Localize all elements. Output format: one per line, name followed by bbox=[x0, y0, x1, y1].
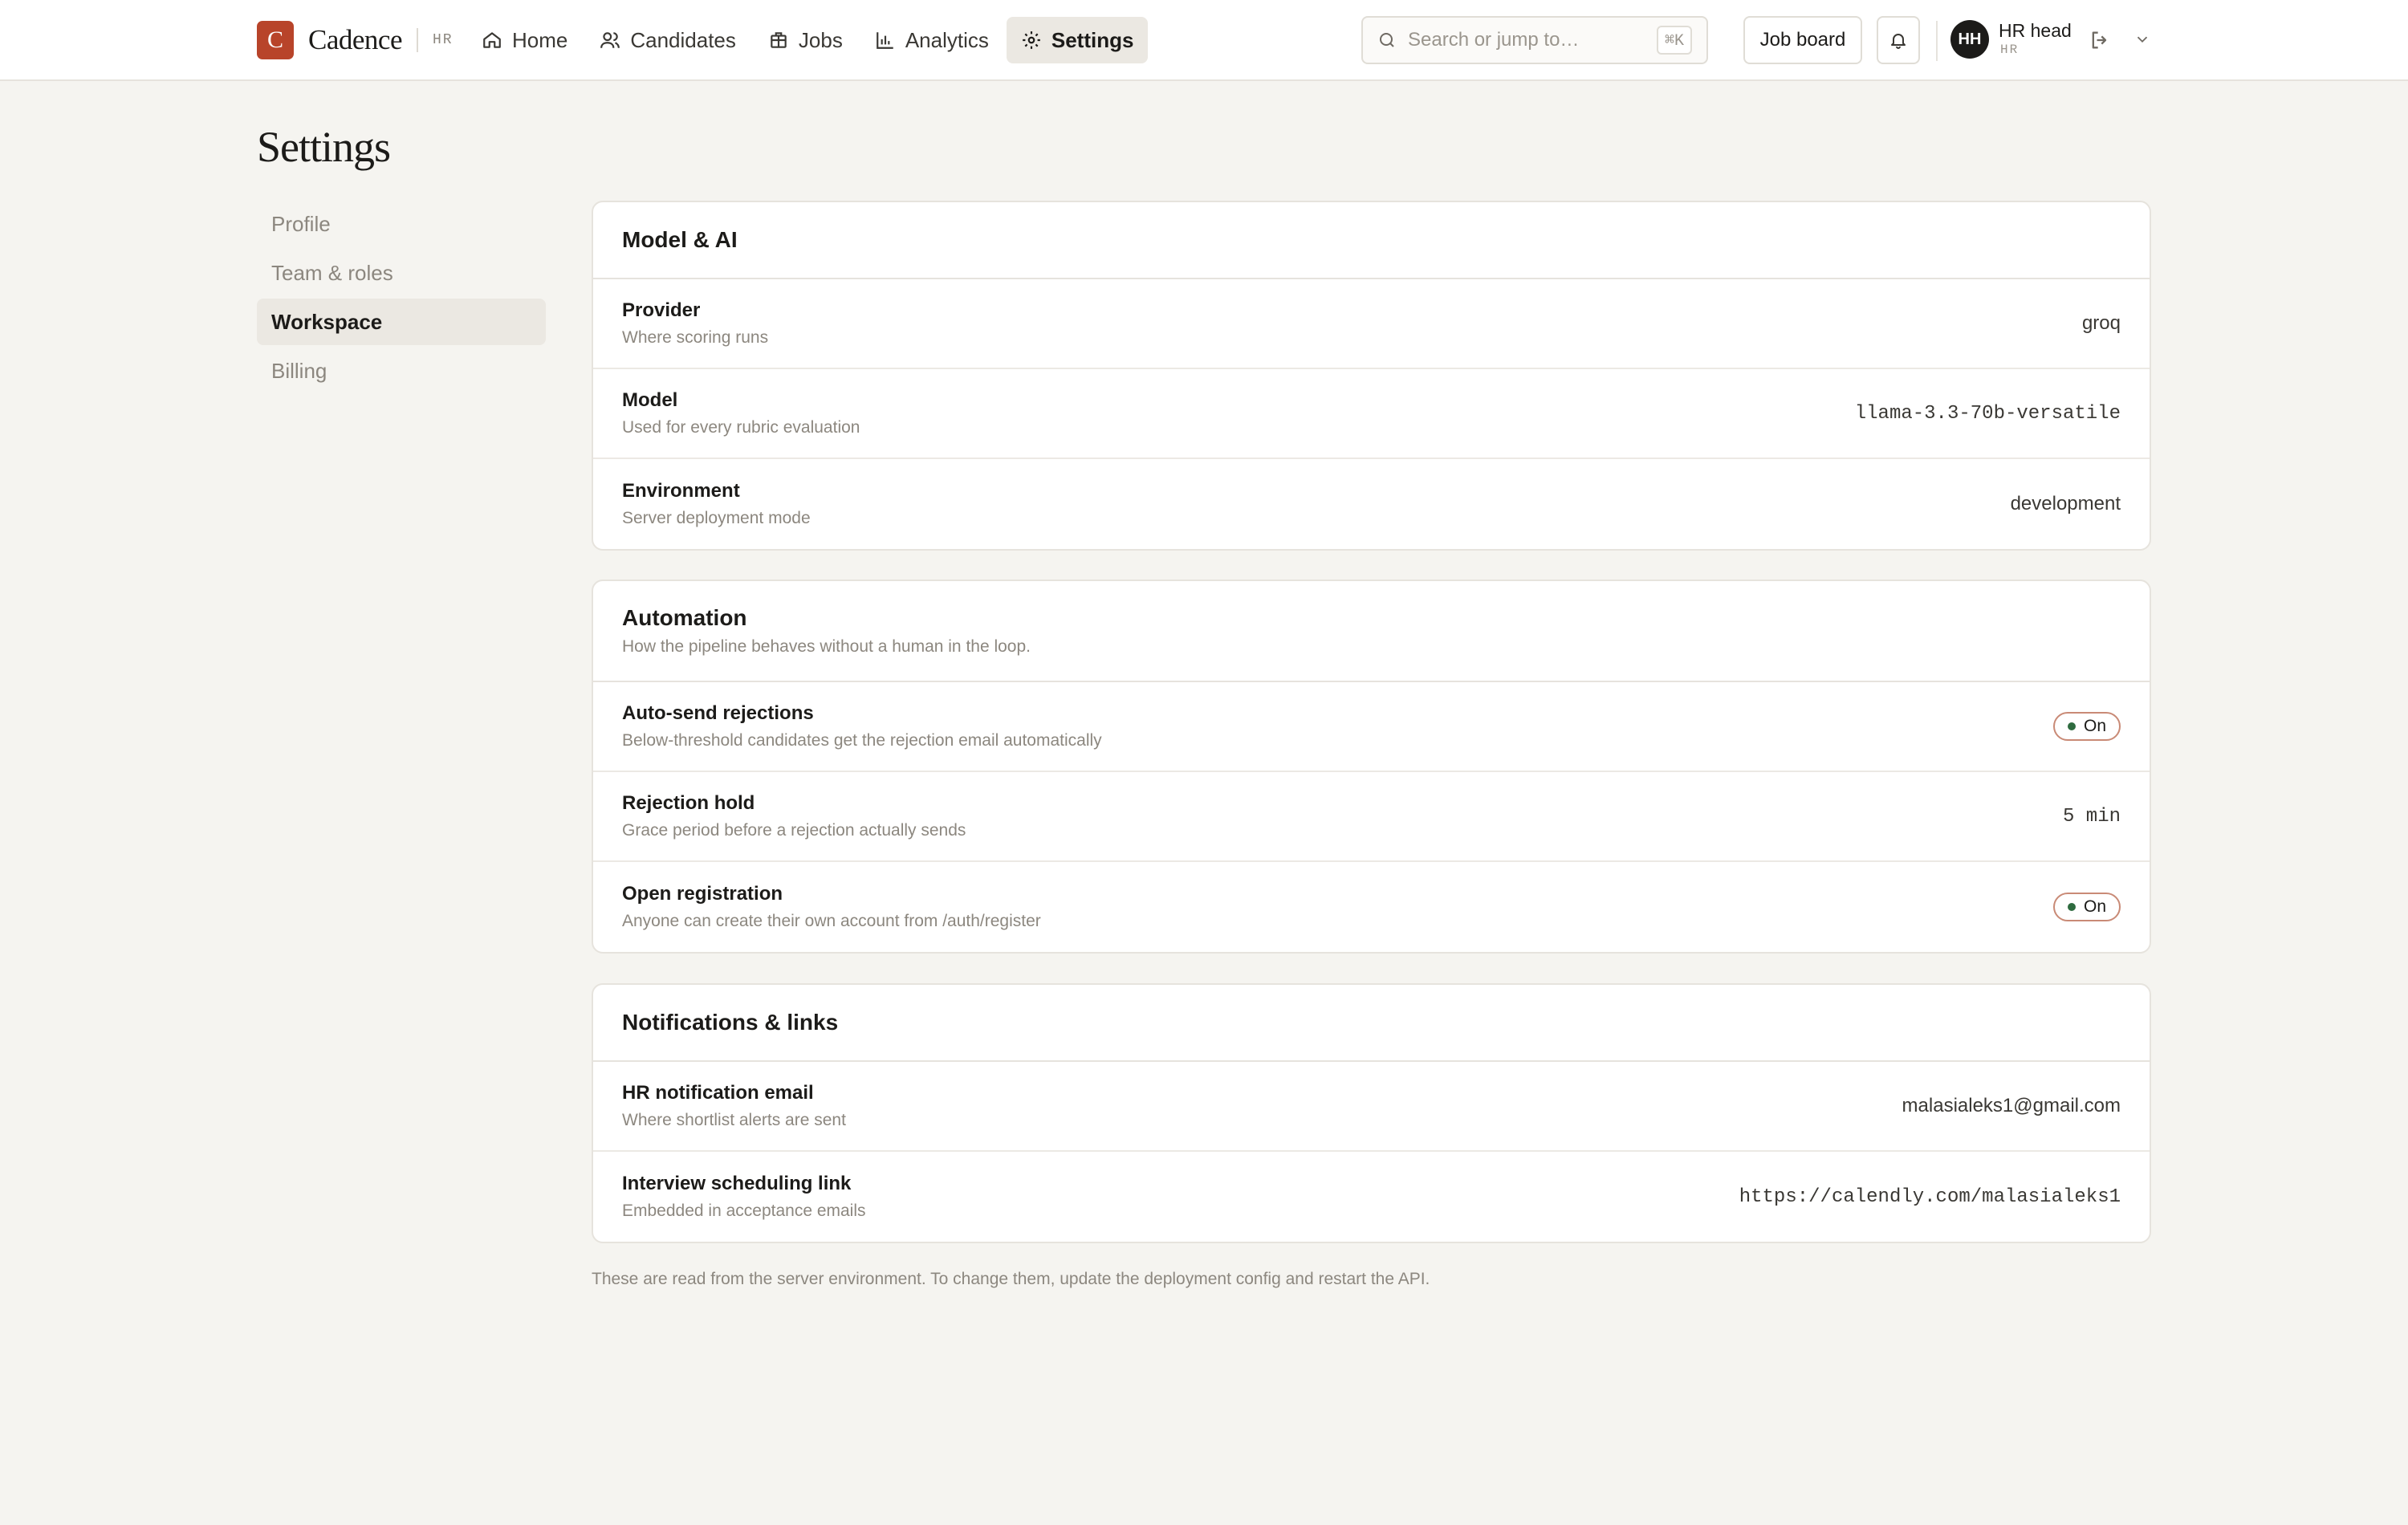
nav-analytics-label: Analytics bbox=[905, 27, 989, 52]
search-input[interactable] bbox=[1408, 29, 1649, 51]
setting-label: Provider bbox=[622, 299, 701, 321]
sidebar-item-workspace[interactable]: Workspace bbox=[257, 299, 546, 345]
settings-sidebar: Profile Team & roles Workspace Billing bbox=[257, 201, 546, 396]
users-icon bbox=[600, 32, 620, 48]
setting-description: Used for every rubric evaluation bbox=[622, 418, 860, 437]
header-divider bbox=[1936, 21, 1938, 61]
setting-label: Interview scheduling link bbox=[622, 1173, 852, 1194]
setting-value: malasialeks1@gmail.com bbox=[1902, 1095, 2121, 1116]
setting-row-interview-scheduling-link: Interview scheduling link Embedded in ac… bbox=[593, 1152, 2150, 1242]
notifications-button[interactable] bbox=[1877, 16, 1920, 64]
sidebar-item-billing[interactable]: Billing bbox=[257, 348, 546, 394]
nav-candidates[interactable]: Candidates bbox=[585, 17, 750, 63]
avatar[interactable]: HH bbox=[1950, 20, 1989, 59]
card-header: Model & AI bbox=[593, 202, 2150, 279]
sidebar-item-profile[interactable]: Profile bbox=[257, 201, 546, 247]
nav-jobs-label: Jobs bbox=[798, 27, 843, 52]
setting-value: groq bbox=[2081, 312, 2121, 334]
notifications-links-card: Notifications & links HR notification em… bbox=[592, 983, 2151, 1243]
nav-home-label: Home bbox=[512, 27, 568, 52]
setting-description: Grace period before a rejection actually… bbox=[622, 821, 966, 840]
search-icon bbox=[1380, 33, 1394, 47]
setting-row-environment: Environment Server deployment mode devel… bbox=[593, 459, 2150, 549]
status-dot bbox=[2067, 722, 2076, 730]
setting-description: Anyone can create their own account from… bbox=[622, 912, 1041, 930]
setting-row-rejection-hold: Rejection hold Grace period before a rej… bbox=[593, 772, 2150, 862]
nav-jobs[interactable]: Jobs bbox=[754, 17, 857, 63]
model-ai-card: Model & AI Provider Where scoring runs g… bbox=[592, 201, 2151, 551]
setting-label: Auto-send rejections bbox=[622, 702, 814, 724]
card-title: Notifications & links bbox=[622, 1010, 839, 1035]
status-badge: On bbox=[2052, 712, 2121, 741]
status-label: On bbox=[2083, 717, 2106, 735]
setting-label: HR notification email bbox=[622, 1082, 814, 1104]
setting-label: Environment bbox=[622, 480, 740, 502]
page-title: Settings bbox=[257, 123, 391, 171]
bell-icon bbox=[1891, 34, 1906, 49]
nav-candidates-label: Candidates bbox=[630, 27, 736, 52]
brand-tag: HR bbox=[432, 32, 454, 48]
nav-analytics[interactable]: Analytics bbox=[860, 17, 1003, 63]
setting-row-provider: Provider Where scoring runs groq bbox=[593, 279, 2150, 369]
main-nav: Home Candidates Jobs Analytics Settings bbox=[467, 17, 1149, 63]
job-board-button[interactable]: Job board bbox=[1743, 16, 1862, 64]
setting-value: https://calendly.com/malasialeks1 bbox=[1739, 1185, 2121, 1208]
setting-description: Where shortlist alerts are sent bbox=[622, 1111, 846, 1129]
setting-description: Server deployment mode bbox=[622, 509, 811, 527]
logout-icon[interactable] bbox=[2089, 29, 2111, 51]
card-title: Model & AI bbox=[622, 227, 738, 252]
setting-description: Embedded in acceptance emails bbox=[622, 1202, 866, 1220]
nav-home[interactable]: Home bbox=[467, 17, 582, 63]
setting-row-model: Model Used for every rubric evaluation l… bbox=[593, 369, 2150, 459]
setting-label: Open registration bbox=[622, 883, 783, 905]
user-role: HR bbox=[2000, 43, 2020, 57]
user-name: HR head bbox=[1999, 20, 2072, 41]
nav-settings-label: Settings bbox=[1051, 27, 1134, 52]
sidebar-item-team-roles[interactable]: Team & roles bbox=[257, 250, 546, 296]
setting-row-auto-send-rejections: Auto-send rejections Below-threshold can… bbox=[593, 682, 2150, 772]
status-label: On bbox=[2083, 897, 2106, 916]
nav-settings[interactable]: Settings bbox=[1006, 17, 1149, 63]
automation-card: Automation How the pipeline behaves with… bbox=[592, 580, 2151, 954]
setting-label: Model bbox=[622, 389, 678, 411]
top-bar: C Cadence HR Home Candidates Jobs Analyt… bbox=[0, 0, 2408, 81]
setting-description: Below-threshold candidates get the rejec… bbox=[622, 731, 1102, 750]
status-dot bbox=[2067, 903, 2076, 911]
status-badge: On bbox=[2052, 893, 2121, 921]
card-header: Automation How the pipeline behaves with… bbox=[593, 581, 2150, 682]
setting-row-open-registration: Open registration Anyone can create thei… bbox=[593, 862, 2150, 952]
home-icon bbox=[483, 32, 501, 48]
setting-value: development bbox=[2010, 493, 2121, 514]
briefcase-icon bbox=[771, 32, 787, 48]
setting-value: 5 min bbox=[2062, 805, 2121, 828]
card-subtitle: How the pipeline behaves without a human… bbox=[622, 637, 1031, 656]
search-box[interactable]: ⌘K bbox=[1361, 16, 1708, 64]
brand-logo: C bbox=[257, 21, 294, 59]
search-shortcut-badge: ⌘K bbox=[1656, 26, 1692, 55]
card-header: Notifications & links bbox=[593, 985, 2150, 1062]
setting-row-hr-notification-email: HR notification email Where shortlist al… bbox=[593, 1062, 2150, 1152]
setting-value: llama-3.3-70b-versatile bbox=[1854, 402, 2121, 425]
setting-description: Where scoring runs bbox=[622, 328, 769, 347]
chevron-down-icon[interactable] bbox=[2133, 31, 2151, 48]
brand-name: Cadence bbox=[308, 24, 402, 55]
setting-label: Rejection hold bbox=[622, 792, 755, 814]
card-title: Automation bbox=[622, 605, 747, 630]
brand-divider bbox=[416, 28, 418, 52]
settings-footnote: These are read from the server environme… bbox=[592, 1270, 1430, 1288]
gear-icon bbox=[1023, 31, 1040, 49]
brand[interactable]: C Cadence HR bbox=[257, 21, 454, 59]
bar-chart-icon bbox=[876, 32, 893, 49]
